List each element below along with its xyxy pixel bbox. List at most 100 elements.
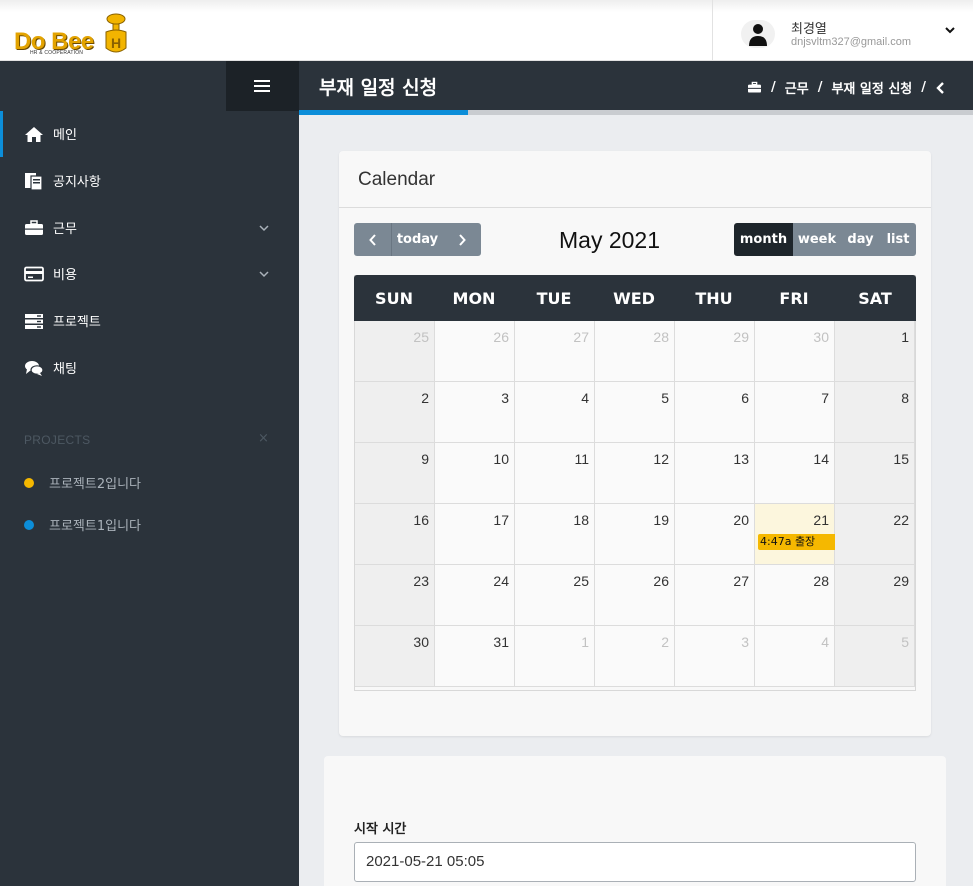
briefcase-icon[interactable] [747,81,762,94]
day-number: 27 [573,329,589,345]
projects-close-button[interactable]: × [258,431,269,446]
calendar-day-cell[interactable]: 22 [835,504,915,565]
svg-text:H: H [111,35,121,51]
start-time-input[interactable]: 2021-05-21 05:05 [354,842,916,882]
prev-month-button[interactable] [354,223,391,256]
calendar-day-cell[interactable]: 12 [595,443,675,504]
calendar-day-cell[interactable]: 5 [835,626,915,687]
calendar-day-cell[interactable]: 6 [675,382,755,443]
calendar-day-cell[interactable]: 1 [515,626,595,687]
calendar-day-cell[interactable]: 4 [755,626,835,687]
calendar-day-cell[interactable]: 24 [435,565,515,626]
next-month-button[interactable] [443,223,481,256]
day-number: 5 [661,390,669,406]
sidebar-item-label: 비용 [53,268,77,283]
avatar[interactable] [741,20,775,48]
calendar-day-cell[interactable]: 31 [435,626,515,687]
today-button[interactable]: today [391,223,443,256]
day-number: 13 [733,451,749,467]
calendar-day-cell[interactable]: 2 [355,382,435,443]
calendar-day-cell[interactable]: 30 [355,626,435,687]
day-number: 30 [413,634,429,650]
breadcrumb: / 근무 / 부재 일정 신청 / [747,78,945,97]
calendar-day-cell[interactable]: 8 [835,382,915,443]
day-number: 7 [821,390,829,406]
day-number: 17 [493,512,509,528]
calendar-day-cell[interactable]: 19 [595,504,675,565]
server-icon [25,314,43,329]
calendar-day-cell[interactable]: 26 [595,565,675,626]
day-number: 4 [581,390,589,406]
view-week-button[interactable]: week [793,223,841,256]
calendar-day-cell[interactable]: 28 [595,321,675,382]
day-number: 2 [421,390,429,406]
sidebar-item-chat[interactable]: 채팅 [0,345,299,391]
sidebar-item-project[interactable]: 프로젝트 [0,298,299,344]
calendar-day-cell[interactable]: 3 [675,626,755,687]
absence-form-card: 시작 시간 2021-05-21 05:05 [324,756,946,886]
calendar-day-cell[interactable]: 30 [755,321,835,382]
calendar-day-cell[interactable]: 7 [755,382,835,443]
calendar-day-cell[interactable]: 27 [675,565,755,626]
calendar-day-cell[interactable]: 23 [355,565,435,626]
sidebar-item-main[interactable]: 메인 [0,111,299,157]
calendar-day-cell[interactable]: 29 [835,565,915,626]
view-day-button[interactable]: day [841,223,880,256]
view-month-button[interactable]: month [734,223,793,256]
day-of-week-header: SUN MON TUE WED THU FRI SAT [354,275,916,321]
sidebar-item-label: 공지사항 [53,175,101,190]
calendar-day-cell[interactable]: 26 [435,321,515,382]
sidebar-toggle-button[interactable] [226,61,299,111]
user-menu[interactable]: 최경열 dnjsvltm327@gmail.com [712,0,973,61]
day-number: 23 [413,573,429,589]
day-number: 3 [741,634,749,650]
home-icon [25,127,43,142]
sidebar-item-expense[interactable]: 비용 [0,251,299,297]
calendar-day-cell[interactable]: 28 [755,565,835,626]
calendar-day-cell[interactable]: 21 4:47a 출장 [755,504,911,565]
chevron-right-icon [459,233,466,246]
logo[interactable]: Do Bee HR & COOPERATION H [14,12,134,58]
sidebar-item-work[interactable]: 근무 [0,205,299,251]
projects-heading: PROJECTS [24,433,91,447]
calendar-day-cell[interactable]: 27 [515,321,595,382]
calendar-day-cell[interactable]: 4 [515,382,595,443]
calendar-day-cell[interactable]: 15 [835,443,915,504]
calendar-day-cell[interactable]: 25 [515,565,595,626]
view-list-button[interactable]: list [880,223,916,256]
calendar-day-cell[interactable]: 3 [435,382,515,443]
calendar-day-cell[interactable]: 29 [675,321,755,382]
calendar-day-cell[interactable]: 14 [755,443,835,504]
calendar-day-cell[interactable]: 2 [595,626,675,687]
calendar-day-cell[interactable]: 9 [355,443,435,504]
calendar-day-cell[interactable]: 11 [515,443,595,504]
calendar-day-cell[interactable]: 20 [675,504,755,565]
calendar-card-title: Calendar [358,169,436,190]
day-number: 21 [813,512,829,528]
breadcrumb-item-work[interactable]: 근무 [785,78,809,97]
day-number: 14 [813,451,829,467]
chevron-left-icon[interactable] [935,81,945,95]
day-number: 3 [501,390,509,406]
project-label: 프로젝트2입니다 [49,477,141,492]
calendar-day-cell[interactable]: 10 [435,443,515,504]
chevron-down-icon[interactable] [943,24,957,36]
calendar-day-cell[interactable]: 18 [515,504,595,565]
day-number: 29 [893,573,909,589]
breadcrumb-item-current[interactable]: 부재 일정 신청 [831,78,912,97]
calendar-day-cell[interactable]: 5 [595,382,675,443]
calendar-day-cell[interactable]: 13 [675,443,755,504]
briefcase-icon [25,220,43,235]
user-icon [749,24,767,46]
day-number: 28 [653,329,669,345]
sidebar-item-label: 근무 [53,222,77,237]
bee-mark-icon: H [105,13,127,53]
calendar-day-cell[interactable]: 25 [355,321,435,382]
calendar-day-cell[interactable]: 17 [435,504,515,565]
day-number: 25 [413,329,429,345]
calendar-day-cell[interactable]: 1 [835,321,915,382]
sidebar-item-notice[interactable]: 공지사항 [0,158,299,204]
calendar-day-cell[interactable]: 16 [355,504,435,565]
day-number: 1 [581,634,589,650]
calendar-view-group: month week day list [734,223,916,256]
